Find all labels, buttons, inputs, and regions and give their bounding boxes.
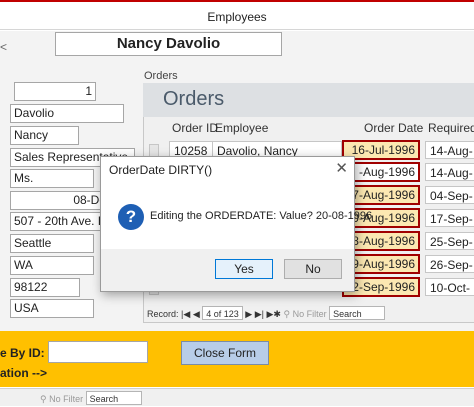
next-record-icon[interactable]: ▶ — [245, 309, 252, 319]
birth-date-field[interactable]: 08-De — [10, 191, 110, 210]
postal-code-field[interactable]: 98122 — [10, 278, 80, 297]
courtesy-field[interactable]: Ms. — [10, 169, 94, 188]
new-record-icon[interactable]: ▶✱ — [267, 309, 281, 319]
dialog-footer: Yes No — [101, 249, 354, 291]
col-header-employee[interactable]: Employee — [215, 121, 268, 135]
window-title: Employees — [207, 10, 267, 24]
orders-title: Orders — [163, 88, 225, 110]
employee-name-header: Nancy Davolio — [55, 32, 282, 56]
required-date-cell[interactable]: 14-Aug- — [425, 163, 474, 181]
required-date-cell[interactable]: 26-Sep- — [425, 255, 474, 273]
form-record-navigator: ⚲ No Filter Search — [0, 388, 474, 406]
form-search-input[interactable]: Search — [85, 391, 142, 405]
orders-subform-label: Orders — [144, 70, 178, 82]
address-field[interactable]: 507 - 20th Ave. E. — [10, 212, 110, 231]
employee-id-field[interactable]: 1 — [14, 82, 96, 101]
required-date-cell[interactable]: 14-Aug- — [425, 141, 474, 159]
region-field[interactable]: WA — [10, 256, 94, 275]
confirm-dialog: OrderDate DIRTY() ✕ ? Editing the ORDERD… — [100, 156, 372, 292]
title-bar: Employees — [0, 0, 474, 30]
dialog-title: OrderDate DIRTY() — [109, 163, 213, 177]
required-date-cell[interactable]: 25-Sep- — [425, 232, 474, 250]
nav-chevron-icon[interactable]: < — [0, 40, 7, 54]
last-name-field[interactable]: Davolio — [10, 104, 124, 123]
required-date-cell[interactable]: 10-Oct- — [425, 278, 474, 296]
close-form-button[interactable]: Close Form — [181, 341, 269, 365]
employee-id-search-input[interactable] — [48, 341, 148, 363]
required-date-cell[interactable]: 04-Sep- — [425, 186, 474, 204]
no-button[interactable]: No — [284, 259, 342, 279]
col-header-order-date[interactable]: Order Date — [364, 121, 423, 135]
subform-search-input[interactable]: Search — [329, 306, 386, 320]
first-record-icon[interactable]: |◀ — [181, 309, 190, 319]
yes-button[interactable]: Yes — [215, 259, 273, 279]
question-icon: ? — [118, 204, 144, 230]
search-by-id-label: e By ID: — [0, 346, 45, 360]
col-header-required[interactable]: Required — [428, 121, 474, 135]
filter-icon: ⚲ — [283, 309, 291, 319]
city-field[interactable]: Seattle — [10, 234, 94, 253]
last-record-icon[interactable]: ▶| — [255, 309, 264, 319]
prev-record-icon[interactable]: ◀ — [193, 309, 200, 319]
action-label: ation --> — [0, 366, 47, 380]
first-name-field[interactable]: Nancy — [10, 126, 79, 145]
col-header-order-id[interactable]: Order ID — [172, 121, 218, 135]
no-filter-label[interactable]: No Filter — [293, 309, 327, 319]
subform-record-navigator: Record: |◀ ◀ 4 of 123 ▶ ▶| ▶✱ ⚲ No Filte… — [147, 306, 386, 322]
form-filter-icon: ⚲ — [40, 394, 47, 404]
close-icon[interactable]: ✕ — [335, 159, 348, 177]
dialog-message: Editing the ORDERDATE: Value? 20-08-1996 — [150, 210, 373, 222]
required-date-cell[interactable]: 17-Sep- — [425, 209, 474, 227]
country-field[interactable]: USA — [10, 299, 94, 318]
record-position[interactable]: 4 of 123 — [202, 306, 243, 320]
record-label: Record: — [147, 309, 179, 319]
form-no-filter-label[interactable]: No Filter — [49, 394, 83, 404]
